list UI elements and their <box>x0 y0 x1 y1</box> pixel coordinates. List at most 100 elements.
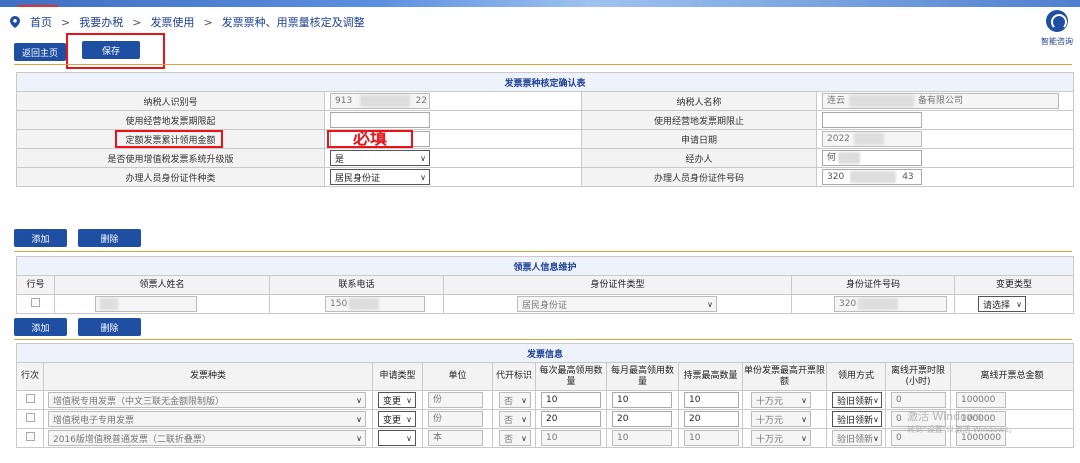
row-checkbox[interactable] <box>25 394 35 403</box>
col-mode: 领用方式 <box>826 362 886 391</box>
col-apply-type: 申请类型 <box>372 362 423 391</box>
chevron-down-icon: ∨ <box>1016 299 1022 309</box>
location-pin-icon <box>10 16 20 28</box>
receiver-name-field <box>95 296 197 312</box>
row-checkbox[interactable] <box>25 413 35 422</box>
row-checkbox[interactable] <box>31 298 40 307</box>
id-number-input[interactable]: 320 43 <box>822 169 922 185</box>
chevron-down-icon: ∨ <box>420 153 426 163</box>
invoice-table-title: 发票信息 <box>15 343 1075 363</box>
per-max-input[interactable]: 10 <box>541 392 601 408</box>
col-row-no: 行号 <box>16 275 55 295</box>
receiver-id-number-field: 320 <box>834 296 947 312</box>
col-change-type: 变更类型 <box>953 275 1075 295</box>
per-max-input: 10 <box>541 430 601 446</box>
apply-date-field: 2022 <box>822 131 922 147</box>
label-operator: 经办人 <box>581 148 817 168</box>
divider <box>14 64 1072 65</box>
unit-field: 份 <box>428 392 483 408</box>
breadcrumb-separator: > <box>203 15 213 29</box>
breadcrumb-home[interactable]: 首页 <box>30 14 52 30</box>
receiver-table: 领票人信息维护 行号 领票人姓名 联系电话 身份证件类型 身份证件号码 变更类型… <box>15 256 1075 314</box>
id-type-select[interactable]: 居民身份证 ∨ <box>330 169 430 185</box>
chevron-down-icon: ∨ <box>707 299 713 309</box>
single-limit-select: 十万元 ∨ <box>751 392 811 408</box>
receiver-table-title: 领票人信息维护 <box>15 256 1075 276</box>
table-row: 增值税专用发票（中文三联无金额限制版） ∨ 变更 ∨ 份 否 ∨ 10 10 10 十… <box>16 390 1075 410</box>
col-id-number: 身份证件号码 <box>791 275 955 295</box>
taxpayer-name-field: 连云 备有限公司 <box>822 93 1059 109</box>
period-start-input[interactable] <box>330 112 430 128</box>
use-upgrade-select[interactable]: 是 ∨ <box>330 150 430 166</box>
delete-invoice-button[interactable]: 删除 <box>78 318 141 336</box>
breadcrumb-separator: > <box>132 15 142 29</box>
hold-max-input[interactable]: 10 <box>684 392 739 408</box>
add-receiver-button[interactable]: 添加 <box>14 229 67 247</box>
apply-type-select[interactable]: 变更 ∨ <box>378 411 416 427</box>
single-limit-select: 十万元 ∨ <box>751 411 811 427</box>
agent-select: 否 ∨ <box>499 411 531 427</box>
chevron-down-icon: ∨ <box>873 395 879 405</box>
chevron-down-icon: ∨ <box>406 433 412 443</box>
chevron-down-icon: ∨ <box>873 433 879 443</box>
unit-field: 本 <box>428 430 483 446</box>
chevron-down-icon: ∨ <box>420 172 426 182</box>
apply-type-select[interactable]: 变更 ∨ <box>378 392 416 408</box>
label-use-upgrade: 是否使用增值税发票系统升级版 <box>16 148 325 168</box>
operator-input[interactable]: 何 <box>822 150 922 166</box>
add-invoice-button[interactable]: 添加 <box>14 318 67 336</box>
mode-select[interactable]: 验旧领新 ∨ <box>832 392 882 408</box>
col-phone: 联系电话 <box>269 275 444 295</box>
row-checkbox[interactable] <box>25 432 35 441</box>
chevron-down-icon: ∨ <box>356 414 362 424</box>
col-offline-total: 离线开票总金额 <box>949 362 1075 391</box>
divider <box>14 251 1072 252</box>
chevron-down-icon: ∨ <box>873 414 879 424</box>
chevron-down-icon: ∨ <box>801 395 807 405</box>
single-limit-select: 十万元 ∨ <box>751 430 811 446</box>
per-max-input[interactable]: 20 <box>541 411 601 427</box>
delete-receiver-button[interactable]: 删除 <box>78 229 141 247</box>
month-max-input[interactable]: 20 <box>612 411 672 427</box>
headset-icon <box>1046 10 1068 32</box>
breadcrumb: 首页 > 我要办税 > 发票使用 > 发票票种、用票量核定及调整 <box>10 14 365 30</box>
apply-type-select[interactable]: ∨ <box>378 430 416 446</box>
label-fixed-amount: 定额发票累计领用金额 <box>16 129 325 149</box>
breadcrumb-current: 发票票种、用票量核定及调整 <box>221 16 365 29</box>
label-period-start: 使用经营地发票期限起 <box>16 110 325 130</box>
offline-total-field: 100000 <box>956 392 1006 408</box>
breadcrumb-invoice-use[interactable]: 发票使用 <box>150 14 194 30</box>
period-end-input[interactable] <box>822 112 922 128</box>
windows-activation-watermark: 激活 Windows <box>907 410 982 423</box>
mode-select[interactable]: 验旧领新 ∨ <box>832 411 882 427</box>
invoice-type-select: 增值税专用发票（中文三联无金额限制版） ∨ <box>48 392 366 408</box>
chevron-down-icon: ∨ <box>521 414 527 424</box>
divider <box>14 339 1072 340</box>
top-banner <box>0 0 1080 7</box>
month-max-input[interactable]: 10 <box>612 392 672 408</box>
chevron-down-icon: ∨ <box>406 395 412 405</box>
mode-select: 验旧领新 ∨ <box>832 430 882 446</box>
agent-select: 否 ∨ <box>499 392 531 408</box>
col-offline-hours: 离线开票时限(小时) <box>885 362 951 391</box>
help-label: 智能咨询 <box>1041 37 1073 46</box>
back-home-button[interactable]: 返回主页 <box>14 43 66 61</box>
label-taxpayer-name: 纳税人名称 <box>581 91 817 111</box>
label-id-type: 办理人员身份证件种类 <box>16 167 325 187</box>
highlight-box-label <box>115 130 223 148</box>
invoice-type-select: 2016版增值税普通发票（二联折叠票） ∨ <box>48 430 366 446</box>
label-taxpayer-id: 纳税人识别号 <box>16 91 325 111</box>
table-row: 150 居民身份证 ∨ 320 请选择 ∨ <box>16 294 1075 314</box>
label-period-end: 使用经营地发票期限止 <box>581 110 817 130</box>
chevron-down-icon: ∨ <box>521 433 527 443</box>
label-id-number: 办理人员身份证件号码 <box>581 167 817 187</box>
col-single-limit: 单份发票最高开票限额 <box>742 362 827 391</box>
change-type-select[interactable]: 请选择 ∨ <box>978 296 1026 312</box>
smart-help-button[interactable]: 智能咨询 <box>1037 10 1077 47</box>
col-receiver-name: 领票人姓名 <box>54 275 270 295</box>
confirm-table: 发票票种核定确认表 纳税人识别号 913 22 纳税人名称 连云 备有限公司 使用经… <box>15 72 1075 187</box>
hold-max-input[interactable]: 20 <box>684 411 739 427</box>
breadcrumb-tax[interactable]: 我要办税 <box>79 14 123 30</box>
month-max-input: 10 <box>612 430 672 446</box>
chevron-down-icon: ∨ <box>406 414 412 424</box>
